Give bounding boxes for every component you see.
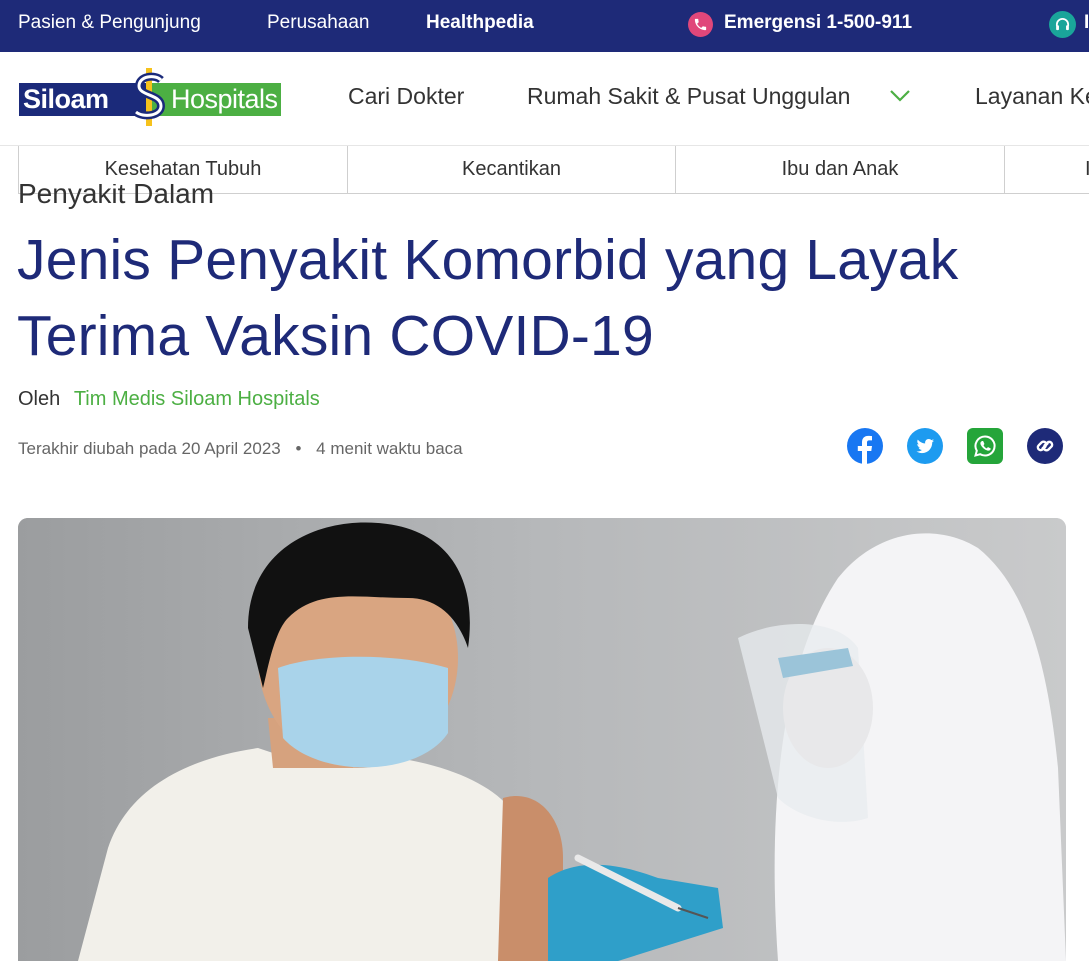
article-title: Jenis Penyakit Komorbid yang Layak Terim…: [17, 222, 1077, 374]
twitter-icon[interactable]: [907, 428, 943, 464]
tab-beauty[interactable]: Kecantikan: [348, 146, 676, 193]
main-navigation: Siloam Hospitals Cari Dokter Rumah Sakit…: [0, 52, 1089, 146]
article-category[interactable]: Penyakit Dalam: [18, 184, 214, 214]
byline: Oleh Tim Medis Siloam Hospitals: [18, 388, 320, 411]
emergency-number[interactable]: Emergensi 1-500-911: [724, 12, 912, 34]
nav-find-doctor[interactable]: Cari Dokter: [348, 83, 464, 110]
last-updated: Terakhir diubah pada 20 April 2023: [18, 439, 281, 458]
phone-icon: [688, 12, 713, 37]
article-hero-image: [18, 518, 1066, 961]
logo-mark-icon: [133, 68, 166, 126]
article-title-line1: Jenis Penyakit Komorbid yang Layak: [17, 228, 959, 292]
byline-label: Oleh: [18, 388, 61, 410]
read-time: 4 menit waktu baca: [316, 439, 463, 458]
nav-healthpedia[interactable]: Healthpedia: [426, 12, 534, 34]
separator-dot: •: [295, 439, 302, 458]
nav-company[interactable]: Perusahaan: [267, 12, 369, 34]
top-bar: Pasien & Pengunjung Perusahaan Healthped…: [0, 0, 1089, 52]
facebook-icon[interactable]: [847, 428, 883, 464]
article-title-line2: Terima Vaksin COVID-19: [17, 304, 654, 368]
headset-icon[interactable]: [1049, 11, 1076, 38]
tab-mother-child[interactable]: Ibu dan Anak: [676, 146, 1005, 193]
whatsapp-icon[interactable]: [967, 428, 1003, 464]
link-icon[interactable]: [1027, 428, 1063, 464]
tab-next[interactable]: I: [1005, 146, 1089, 193]
nav-hospitals-centers[interactable]: Rumah Sakit & Pusat Unggulan: [527, 83, 850, 110]
vaccination-illustration: [18, 518, 1066, 961]
nav-patients-visitors[interactable]: Pasien & Pengunjung: [18, 12, 201, 34]
siloam-hospitals-logo[interactable]: Siloam Hospitals: [19, 68, 281, 126]
topbar-cut-text[interactable]: I: [1084, 12, 1089, 34]
article-meta: Terakhir diubah pada 20 April 2023 • 4 m…: [18, 439, 463, 459]
nav-services[interactable]: Layanan Ke: [975, 83, 1089, 110]
chevron-down-icon[interactable]: [888, 88, 912, 104]
author-link[interactable]: Tim Medis Siloam Hospitals: [74, 388, 320, 410]
